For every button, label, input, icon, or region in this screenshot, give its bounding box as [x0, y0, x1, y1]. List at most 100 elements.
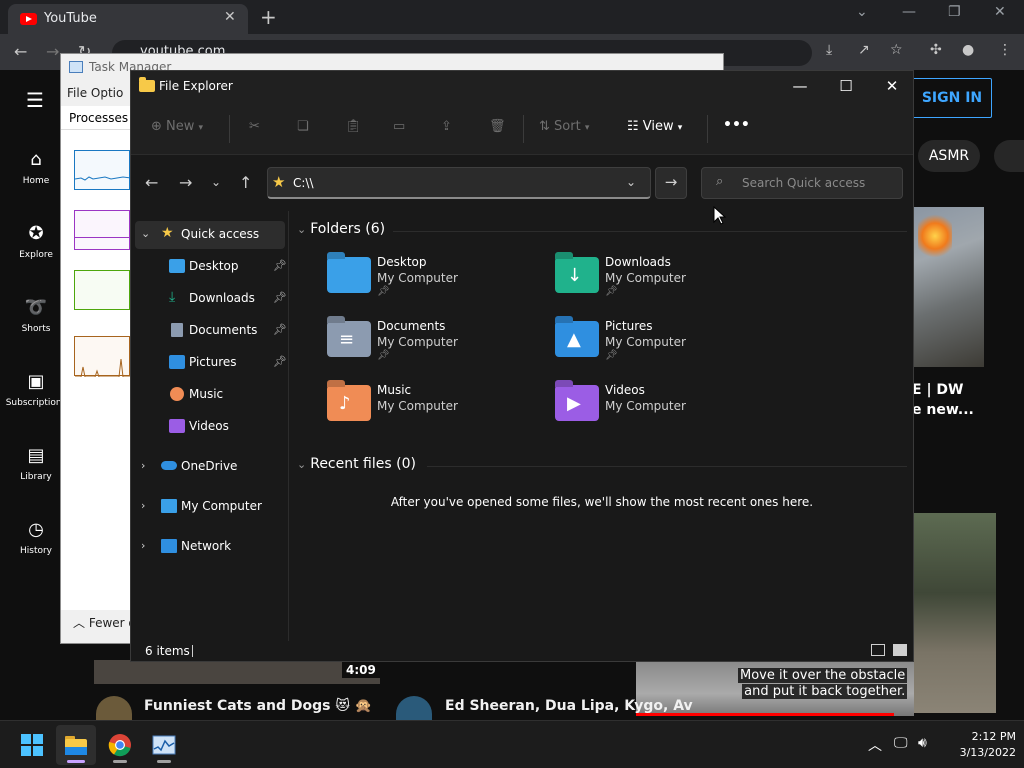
paste-icon[interactable]: 📋︎: [345, 119, 362, 134]
recent-files-group-header[interactable]: ⌄ Recent files (0): [297, 456, 416, 472]
command-bar: ⊕ New ▾ ✂ ❏ 📋︎ ▭ ⇪ 🗑︎ ⇅ Sort ▾ ☷ View ▾ …: [131, 103, 913, 155]
show-hidden-icons-chevron[interactable]: ︿: [868, 735, 882, 755]
chevron-down-icon[interactable]: ⌄: [626, 175, 636, 189]
sidebar-item-documents[interactable]: Documents 📌︎: [135, 317, 287, 345]
video-thumbnail[interactable]: [94, 660, 380, 684]
chevron-down-icon[interactable]: ⌄: [141, 227, 150, 240]
fewer-details-button[interactable]: ︿ Fewer d: [73, 614, 136, 631]
cpu-graph-thumbnail[interactable]: [74, 150, 132, 190]
video-title[interactable]: Funniest Cats and Dogs 😻 🙊: [144, 698, 372, 714]
forward-icon[interactable]: →: [46, 42, 59, 61]
folder-item-pictures[interactable]: ▲ Pictures My Computer 📌︎: [555, 319, 765, 375]
up-icon[interactable]: ↑: [239, 173, 252, 192]
video-thumbnail[interactable]: [914, 207, 984, 367]
new-button[interactable]: ⊕ New ▾: [151, 119, 203, 134]
new-tab-button[interactable]: +: [260, 5, 277, 29]
close-window-icon[interactable]: ✕: [994, 4, 1006, 20]
sidebar-item-network[interactable]: › Network: [135, 533, 285, 561]
content-pane: ⌄ Folders (6) Desktop My Computer 📌︎ ↓ Do…: [291, 211, 913, 641]
maximize-icon[interactable]: ☐: [823, 77, 869, 95]
sidebar-item-pictures[interactable]: Pictures 📌︎: [135, 349, 287, 377]
back-icon[interactable]: ←: [14, 42, 27, 61]
start-button[interactable]: [12, 725, 52, 765]
tiles-view-icon[interactable]: [893, 644, 907, 656]
share-icon[interactable]: ⇪: [441, 119, 452, 134]
folders-group-header[interactable]: ⌄ Folders (6): [297, 221, 385, 237]
minimize-icon[interactable]: —: [777, 77, 823, 95]
view-button[interactable]: ☷ View ▾: [627, 119, 682, 134]
windows-logo-icon: [21, 734, 43, 756]
memory-graph-thumbnail[interactable]: [74, 210, 130, 250]
close-tab-icon[interactable]: ✕: [224, 9, 236, 25]
sidebar-item-music[interactable]: Music: [135, 381, 285, 409]
chevron-up-icon: ︿: [73, 616, 86, 630]
taskbar-task-manager[interactable]: [144, 725, 184, 765]
taskbar-file-explorer[interactable]: [56, 725, 96, 765]
folder-item-documents[interactable]: ≡ Documents My Computer 📌︎: [327, 319, 537, 375]
sign-in-button[interactable]: SIGN IN: [912, 78, 992, 118]
browser-tab-youtube[interactable]: YouTube ✕: [8, 4, 248, 34]
restore-icon[interactable]: ❐: [948, 4, 961, 20]
folder-item-videos[interactable]: ▶ Videos My Computer: [555, 383, 765, 439]
memory-graph: [75, 237, 129, 238]
file-explorer-window[interactable]: File Explorer — ☐ ✕ ⊕ New ▾ ✂ ❏ 📋︎ ▭ ⇪ 🗑…: [130, 70, 914, 662]
chip-next[interactable]: [994, 140, 1024, 172]
folder-item-downloads[interactable]: ↓ Downloads My Computer 📌︎: [555, 255, 765, 311]
sidebar-item-onedrive[interactable]: › OneDrive: [135, 453, 285, 481]
video-title-line: E | DW: [912, 382, 964, 398]
sidebar-item-quick-access[interactable]: ⌄ ★ Quick access: [135, 221, 285, 249]
computer-icon: [161, 499, 177, 513]
bookmark-star-icon[interactable]: ☆: [890, 42, 903, 58]
sidebar-item-my-computer[interactable]: › My Computer: [135, 493, 285, 521]
search-input[interactable]: ⌕ Search Quick access: [701, 167, 903, 199]
tab-search-icon[interactable]: ⌄: [856, 4, 868, 20]
sort-button[interactable]: ⇅ Sort ▾: [539, 119, 589, 134]
channel-avatar[interactable]: [96, 696, 132, 720]
sidebar-item-downloads[interactable]: ⤓ Downloads 📌︎: [135, 285, 287, 313]
video-title[interactable]: E | DW e new...: [912, 380, 974, 420]
sidebar-item-videos[interactable]: Videos: [135, 413, 285, 441]
delete-icon[interactable]: 🗑︎: [489, 119, 506, 134]
network-graph-thumbnail[interactable]: [74, 336, 131, 378]
profile-icon[interactable]: ●: [962, 42, 974, 58]
share-icon[interactable]: ↗: [858, 42, 870, 58]
address-input[interactable]: ★ C:\\ ⌄: [267, 167, 651, 199]
go-button[interactable]: →: [655, 167, 687, 199]
close-icon[interactable]: ✕: [869, 77, 915, 95]
disk-graph-thumbnail[interactable]: [74, 270, 130, 310]
rename-icon[interactable]: ▭: [393, 119, 405, 134]
network-icon[interactable]: 🖵︎: [894, 735, 908, 751]
sign-in-label: SIGN IN: [921, 90, 983, 106]
details-view-icon[interactable]: [871, 644, 885, 656]
taskbar-chrome[interactable]: [100, 725, 140, 765]
cut-icon[interactable]: ✂: [249, 119, 260, 134]
chevron-right-icon[interactable]: ›: [141, 539, 145, 552]
folder-item-music[interactable]: ♪ Music My Computer: [327, 383, 537, 439]
videos-folder-icon: ▶: [555, 385, 599, 421]
chip-asmr[interactable]: ASMR: [918, 140, 980, 172]
tab-processes[interactable]: Processes: [61, 106, 131, 130]
task-manager-menu[interactable]: File Optio: [67, 86, 123, 100]
plus-circle-icon: ⊕: [151, 119, 162, 134]
folder-item-desktop[interactable]: Desktop My Computer 📌︎: [327, 255, 537, 311]
chevron-right-icon[interactable]: ›: [141, 459, 145, 472]
back-icon[interactable]: ←: [145, 173, 158, 192]
system-clock[interactable]: 2:12 PM 3/13/2022: [946, 729, 1016, 761]
extensions-icon[interactable]: ✣: [930, 42, 942, 58]
video-thumbnail[interactable]: [914, 513, 996, 713]
install-icon[interactable]: ⤓: [826, 42, 832, 58]
explorer-title-bar[interactable]: File Explorer — ☐ ✕: [131, 71, 913, 103]
recent-locations-icon[interactable]: ⌄: [211, 175, 221, 189]
volume-icon[interactable]: 🔊︎: [918, 735, 927, 751]
chrome-menu-icon[interactable]: ⋮: [998, 42, 1012, 58]
copy-icon[interactable]: ❏: [297, 119, 309, 134]
channel-avatar[interactable]: [396, 696, 432, 720]
minimize-icon[interactable]: —: [902, 4, 916, 20]
video-title[interactable]: Ed Sheeran, Dua Lipa, Kygo, Av: [445, 698, 693, 714]
sidebar-item-desktop[interactable]: Desktop 📌︎: [135, 253, 287, 281]
more-options-icon[interactable]: •••: [723, 117, 750, 133]
music-note-icon: ♪: [339, 393, 351, 414]
hamburger-menu-icon[interactable]: ☰: [26, 88, 44, 112]
chevron-right-icon[interactable]: ›: [141, 499, 145, 512]
forward-icon[interactable]: →: [179, 173, 192, 192]
